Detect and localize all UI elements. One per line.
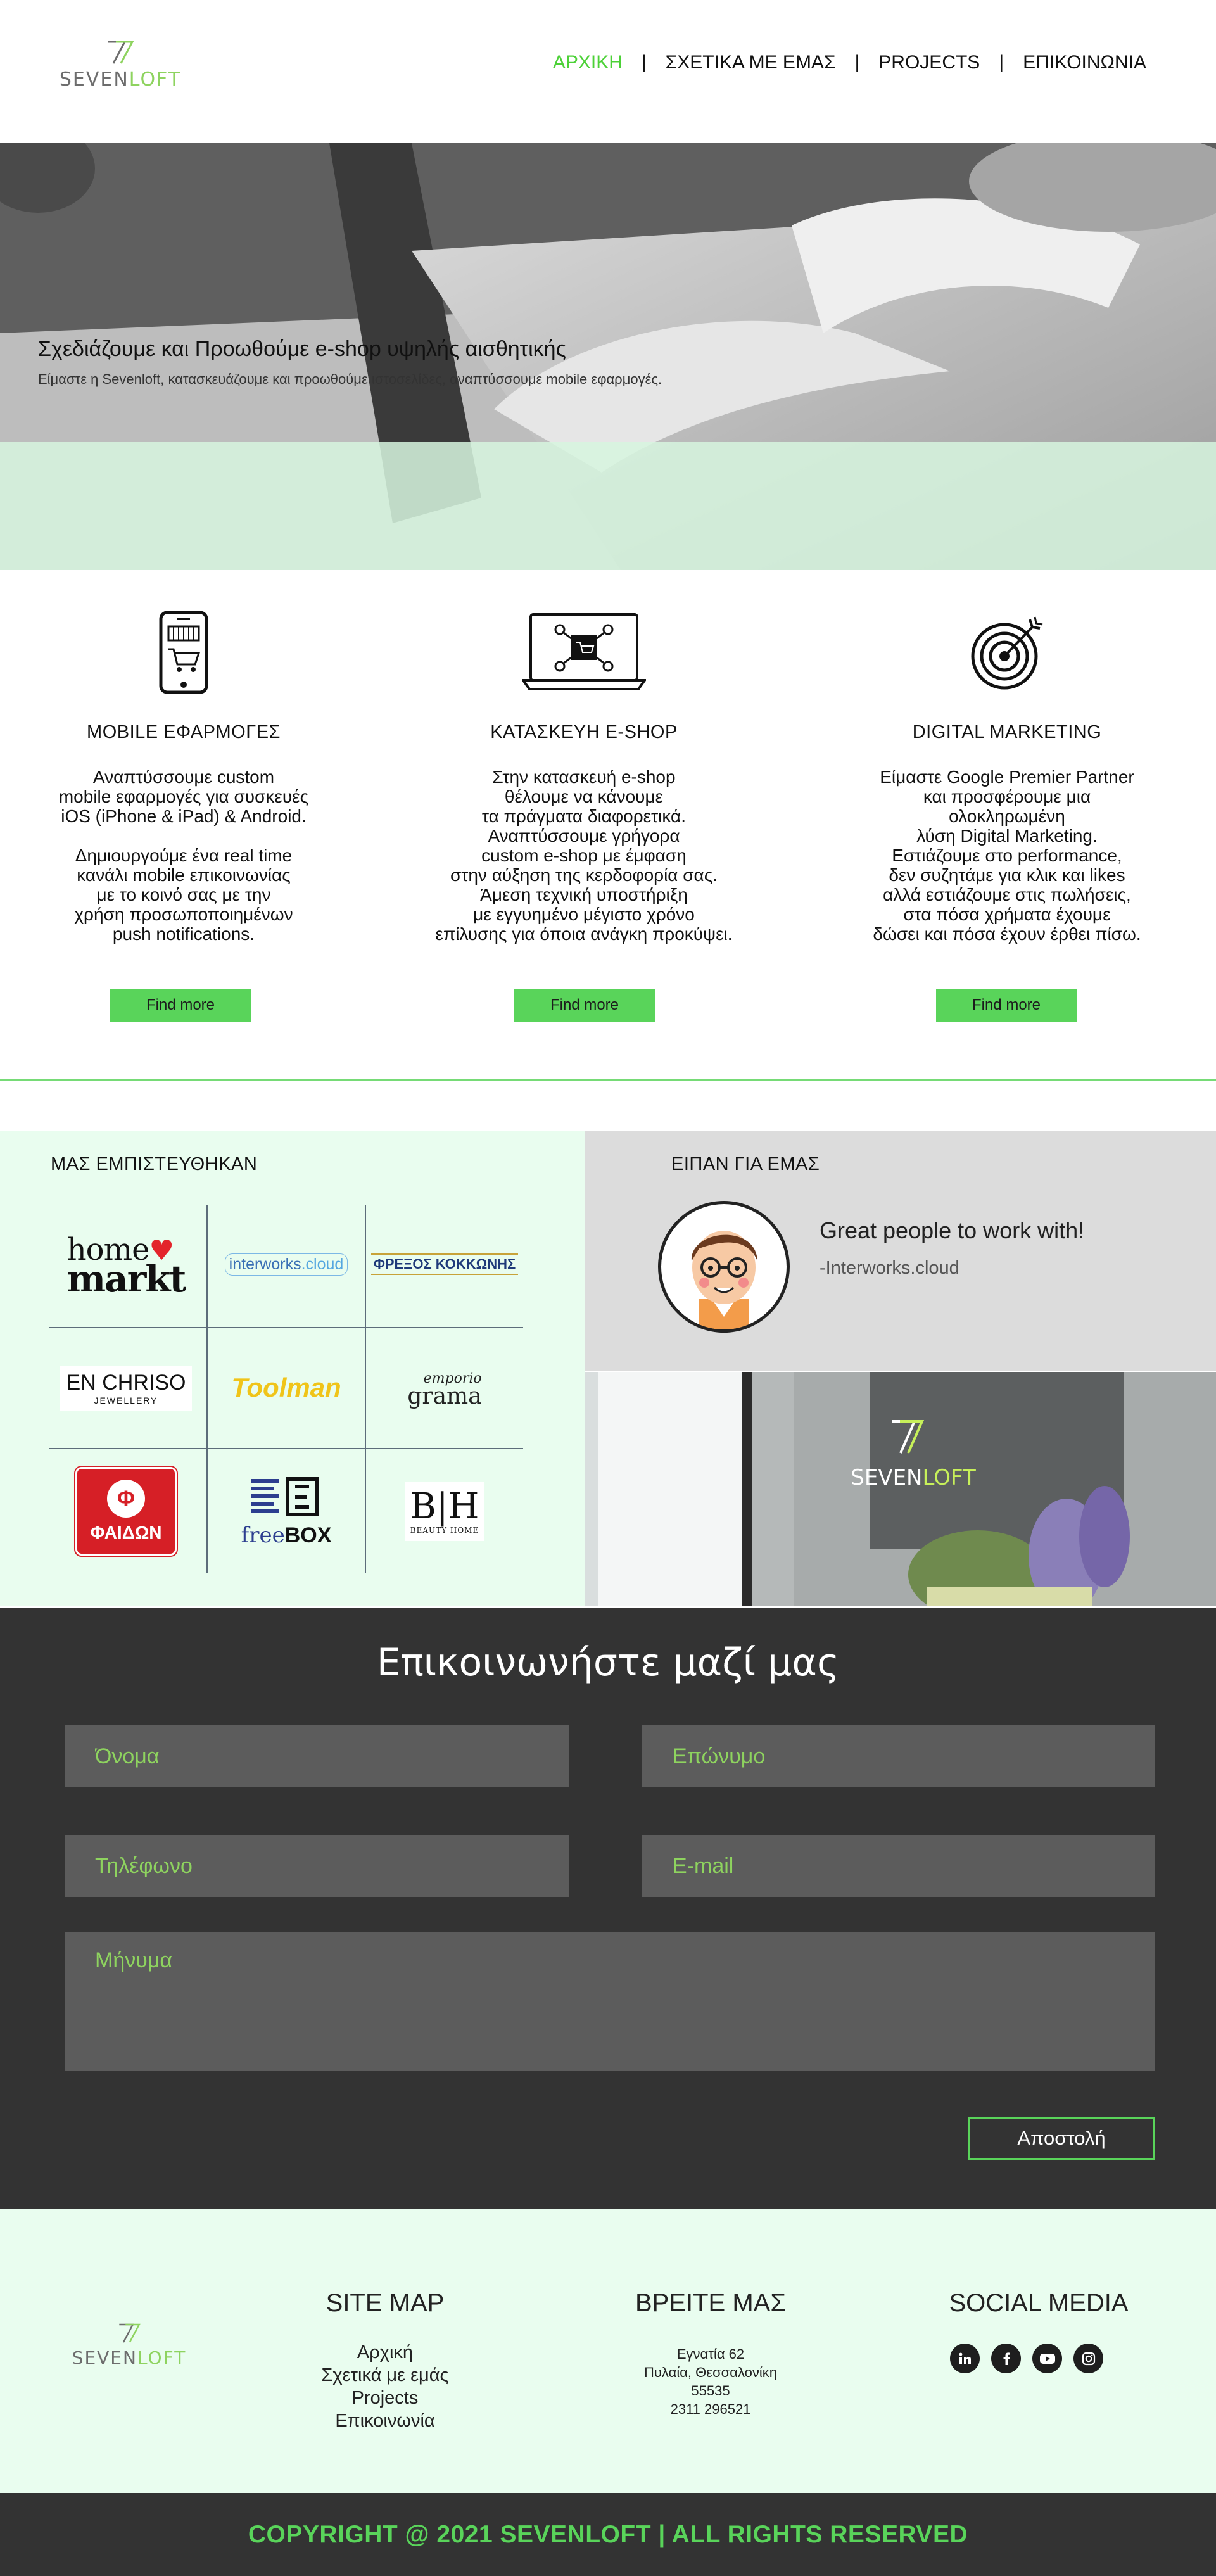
nav-separator: | <box>641 52 647 73</box>
address-phone: 2311 296521 <box>670 2401 751 2417</box>
cartoon-man-avatar-icon <box>691 1231 757 1329</box>
social-media-title: SOCIAL MEDIA <box>949 2289 1129 2317</box>
sitemap-link-about[interactable]: Σχετικά με εμάς <box>290 2364 480 2387</box>
service-marketing-find-more-button[interactable]: Find more <box>936 989 1077 1022</box>
trusted-by-section: ΜΑΣ ΕΜΠΙΣΤΕΥΘΗΚΑΝ home♥ markt interworks… <box>0 1131 585 1606</box>
logo-wordmark: SEVENLOFT <box>59 68 182 91</box>
office-photo: SEVENLOFT <box>585 1372 1216 1606</box>
instagram-icon[interactable] <box>1074 2344 1103 2373</box>
interworks-logo: interworks.cloud <box>212 1220 361 1309</box>
send-button[interactable]: Αποστολή <box>968 2117 1155 2160</box>
service-marketing: DIGITAL MARKETING Είμαστε Google Premier… <box>830 608 1184 944</box>
email-field[interactable] <box>642 1835 1155 1897</box>
linkedin-icon[interactable] <box>950 2344 980 2373</box>
hero-title: Σχεδιάζουμε και Προωθούμε e-shop υψηλής … <box>38 337 566 361</box>
site-footer: SEVENLOFT SITE MAP Αρχική Σχετικά με εμά… <box>0 2209 1216 2493</box>
site-header: SEVENLOFT ΑΡΧΙΚΗ | ΣΧΕΤΙΚΑ ΜΕ ΕΜΑΣ | PRO… <box>0 0 1216 143</box>
contact-title: Επικοινωνήστε μαζί μας <box>376 1640 840 1685</box>
address-city: Πυλαία, Θεσσαλονίκη <box>644 2364 777 2380</box>
service-mobile: MOBILE ΕΦΑΡΜΟΓΕΣ Αναπτύσσουμε custom mob… <box>6 608 361 944</box>
freebox-mark-icon <box>251 1476 319 1516</box>
social-icons <box>950 2344 1103 2373</box>
service-eshop-title: ΚΑΤΑΣΚΕΥΗ E-SHOP <box>490 722 678 742</box>
first-name-field[interactable] <box>65 1725 569 1787</box>
address-street: Εγνατία 62 <box>676 2346 745 2362</box>
footer-logo[interactable]: SEVENLOFT <box>66 2322 193 2368</box>
footer-logo-wordmark: SEVENLOFT <box>72 2347 187 2368</box>
sitemap-title: SITE MAP <box>326 2289 445 2317</box>
address-block: Εγνατία 62 Πυλαία, Θεσσαλονίκη 55535 231… <box>616 2345 806 2418</box>
service-eshop-find-more-button[interactable]: Find more <box>514 989 655 1022</box>
find-us-title: ΒΡΕΙΤΕ ΜΑΣ <box>635 2289 787 2317</box>
service-marketing-title: DIGITAL MARKETING <box>912 722 1102 742</box>
grid-line <box>365 1205 366 1573</box>
nav-separator: | <box>854 52 860 73</box>
service-marketing-text: Είμαστε Google Premier Partner και προσφ… <box>873 767 1141 944</box>
address-postcode: 55535 <box>691 2383 730 2399</box>
nav-item-about[interactable]: ΣΧΕΤΙΚΑ ΜΕ ΕΜΑΣ <box>666 52 836 73</box>
copyright-bar: COPYRIGHT @ 2021 SEVENLOFT | ALL RIGHTS … <box>0 2493 1216 2576</box>
fraxos-kokkonis-logo: ΦΡΕΞΟΣ ΚΟΚΚΩΝΗΣ <box>370 1220 519 1309</box>
testimonial-quote: Great people to work with! <box>820 1217 1085 1243</box>
nav-separator: | <box>999 52 1004 73</box>
trusted-by-label: ΜΑΣ ΕΜΠΙΣΤΕΥΘΗΚΑΝ <box>51 1154 258 1174</box>
service-eshop-text: Στην κατασκευή e-shop θέλουμε να κάνουμε… <box>435 767 733 944</box>
avatar <box>658 1201 790 1333</box>
site-logo[interactable]: SEVENLOFT <box>57 39 184 91</box>
sitemap-link-projects[interactable]: Projects <box>290 2387 480 2409</box>
phone-field[interactable] <box>65 1835 569 1897</box>
message-field[interactable] <box>65 1932 1155 2071</box>
sevenloft-logo-mark-icon <box>119 2323 141 2343</box>
hero-caption-band <box>0 442 1216 570</box>
nav-item-contact[interactable]: ΕΠΙΚΟΙΝΩΝΙΑ <box>1023 52 1146 73</box>
target-icon <box>830 608 1184 697</box>
section-divider <box>0 1079 1216 1081</box>
sitemap-link-home[interactable]: Αρχική <box>290 2341 480 2364</box>
hero-subtitle: Είμαστε η Sevenloft, κατασκευάζουμε και … <box>38 371 662 387</box>
service-mobile-text: Αναπτύσσουμε custom mobile εφαρμογές για… <box>58 767 309 944</box>
sevenloft-logo-mark-icon <box>108 41 134 64</box>
last-name-field[interactable] <box>642 1725 1155 1787</box>
home-markt-logo: home♥ markt <box>66 1232 186 1300</box>
grid-line <box>206 1205 208 1573</box>
youtube-icon[interactable] <box>1032 2344 1062 2373</box>
service-mobile-title: MOBILE ΕΦΑΡΜΟΓΕΣ <box>87 722 281 742</box>
grid-line <box>49 1448 523 1449</box>
main-nav: ΑΡΧΙΚΗ | ΣΧΕΤΙΚΑ ΜΕ ΕΜΑΣ | PROJECTS | ΕΠ… <box>553 52 1146 73</box>
service-mobile-find-more-button[interactable]: Find more <box>110 989 251 1022</box>
sitemap-link-contact[interactable]: Επικοινωνία <box>290 2409 480 2432</box>
toolman-logo: Toolman <box>231 1373 341 1402</box>
en-chriso-logo: EN CHRISO JEWELLERY <box>53 1340 199 1435</box>
bh-beauty-home-logo: B|H BEAUTY HOME <box>370 1461 519 1562</box>
testimonial-source: -Interworks.cloud <box>820 1258 960 1278</box>
testimonial-label: ΕΙΠΑΝ ΓΙΑ ΕΜΑΣ <box>671 1154 820 1174</box>
laptop-eshop-icon <box>407 608 761 697</box>
emporio-grama-logo: emporio grama <box>407 1371 482 1409</box>
grid-line <box>49 1327 523 1328</box>
service-eshop: ΚΑΤΑΣΚΕΥΗ E-SHOP Στην κατασκευή e-shop θ… <box>407 608 761 944</box>
nav-item-home[interactable]: ΑΡΧΙΚΗ <box>553 52 623 73</box>
freebox-logo: freeBOX <box>212 1461 361 1562</box>
faidon-logo: Φ ΦΑΙΔΩΝ <box>53 1461 199 1562</box>
smartphone-cart-icon <box>6 608 361 697</box>
nav-item-projects[interactable]: PROJECTS <box>878 52 980 73</box>
sitemap-list: Αρχική Σχετικά με εμάς Projects Επικοινω… <box>290 2341 480 2432</box>
facebook-icon[interactable] <box>991 2344 1021 2373</box>
svg-text:SEVENLOFT: SEVENLOFT <box>851 1465 976 1490</box>
